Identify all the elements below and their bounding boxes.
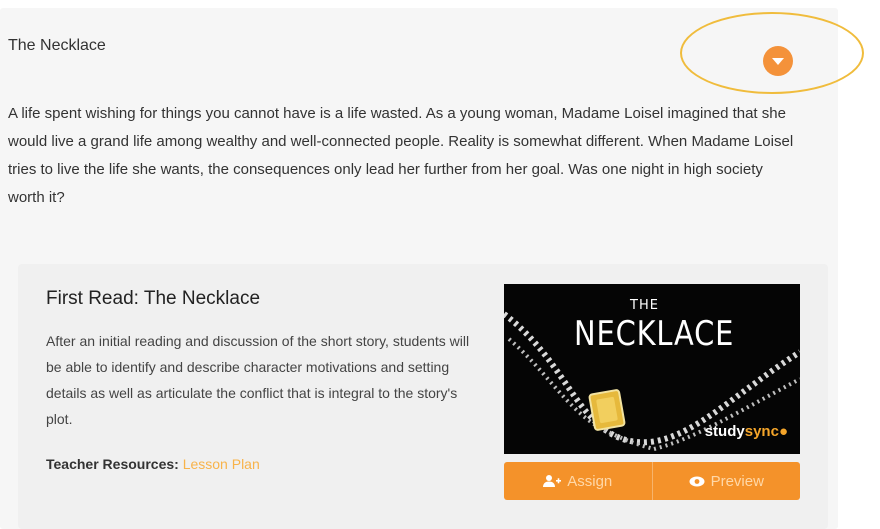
assign-label: Assign: [567, 472, 613, 490]
brand-study: study: [704, 423, 745, 440]
expand-toggle-button[interactable]: [763, 46, 793, 76]
lesson-plan-link[interactable]: Lesson Plan: [183, 456, 260, 472]
preview-button[interactable]: Preview: [651, 462, 800, 500]
lesson-title[interactable]: First Read: The Necklace: [46, 288, 260, 310]
studysync-logo: studysync●: [705, 423, 788, 440]
lesson-description: After an initial reading and discussion …: [46, 333, 470, 427]
section-title: The Necklace: [8, 37, 106, 54]
eye-icon: [689, 476, 705, 486]
thumbnail-title-line2: NECKLACE: [574, 314, 735, 354]
thumbnail-title-line1: THE: [630, 298, 659, 313]
lesson-card: First Read: The Necklace After an initia…: [18, 264, 828, 529]
teacher-resources-label: Teacher Resources:: [46, 456, 179, 472]
assign-button[interactable]: Assign: [504, 462, 652, 500]
lesson-actions: Assign Preview: [504, 462, 800, 500]
add-user-icon: [543, 475, 562, 487]
lesson-thumbnail[interactable]: THE NECKLACE studysync●: [504, 284, 800, 454]
preview-label: Preview: [710, 472, 764, 490]
section-description: A life spent wishing for things you cann…: [8, 105, 794, 206]
teacher-resources: Teacher Resources: Lesson Plan: [46, 456, 260, 472]
brand-sync: sync: [744, 423, 779, 440]
brand-dot: ●: [778, 423, 788, 440]
